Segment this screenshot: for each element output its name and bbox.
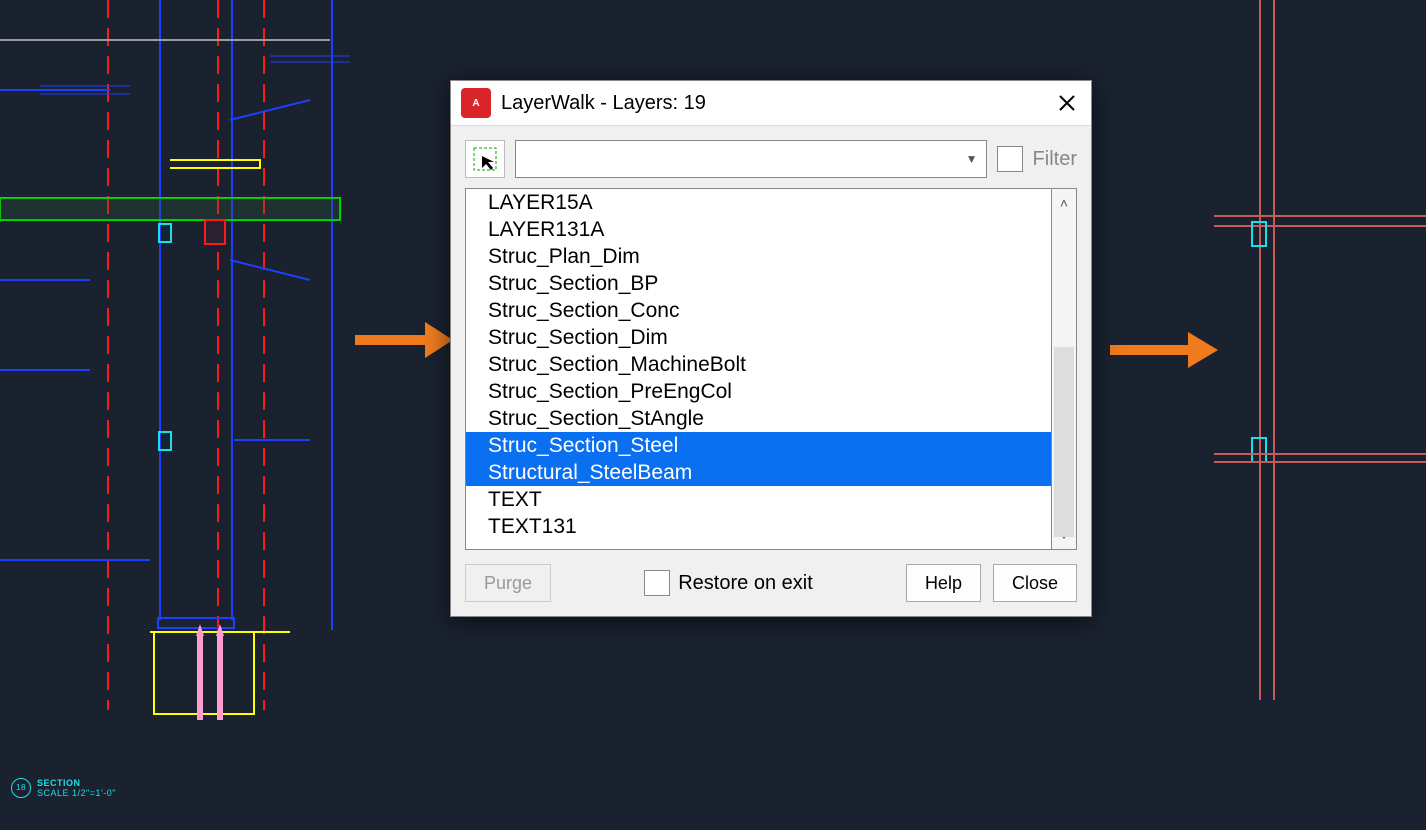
chevron-down-icon[interactable]: ▼ xyxy=(958,152,986,166)
layer-row[interactable]: Struc_Section_Conc xyxy=(466,297,1051,324)
layerwalk-dialog: A LayerWalk - Layers: 19 ▼ Filter LAYER1… xyxy=(450,80,1092,617)
section-number: 18 xyxy=(11,778,31,798)
purge-button[interactable]: Purge xyxy=(465,564,551,602)
restore-label: Restore on exit xyxy=(678,572,813,595)
select-objects-button[interactable] xyxy=(465,140,505,178)
section-tag: 18 SECTION SCALE 1/2"=1'-0" xyxy=(11,778,116,798)
restore-checkbox[interactable] xyxy=(644,570,670,596)
section-title: SECTION xyxy=(37,778,116,788)
layer-row[interactable]: Struc_Section_Steel xyxy=(466,432,1051,459)
arrow-left xyxy=(355,310,455,370)
autocad-app-icon: A xyxy=(461,88,491,118)
close-icon[interactable] xyxy=(1043,81,1091,125)
filter-checkbox[interactable] xyxy=(997,146,1023,172)
layer-listbox[interactable]: LAYER15ALAYER131AStruc_Plan_DimStruc_Sec… xyxy=(465,188,1052,550)
restore-on-exit[interactable]: Restore on exit xyxy=(644,570,813,596)
left-drawing xyxy=(0,0,460,830)
layer-row[interactable]: Struc_Section_PreEngCol xyxy=(466,378,1051,405)
layer-row[interactable]: Structural_SteelBeam xyxy=(466,459,1051,486)
scroll-up-icon[interactable]: ˄ xyxy=(1060,189,1068,217)
toolbar: ▼ Filter xyxy=(451,126,1091,188)
filter-input[interactable] xyxy=(516,150,958,168)
arrow-right xyxy=(1110,320,1220,380)
dialog-title: LayerWalk - Layers: 19 xyxy=(501,92,1043,115)
layer-row[interactable]: Struc_Section_MachineBolt xyxy=(466,351,1051,378)
layer-row[interactable]: Struc_Plan_Dim xyxy=(466,243,1051,270)
help-button[interactable]: Help xyxy=(906,564,981,602)
layer-row[interactable]: TEXT xyxy=(466,486,1051,513)
filter-label: Filter xyxy=(1033,148,1077,171)
layer-row[interactable]: LAYER131A xyxy=(466,216,1051,243)
dialog-footer: Purge Restore on exit Help Close xyxy=(451,550,1091,616)
section-scale: SCALE 1/2"=1'-0" xyxy=(37,788,116,798)
right-drawing xyxy=(1214,0,1426,830)
scroll-thumb[interactable] xyxy=(1054,347,1074,537)
scrollbar[interactable]: ˄ ˅ xyxy=(1052,188,1077,550)
filter-combo[interactable]: ▼ xyxy=(515,140,987,178)
layer-row[interactable]: Struc_Section_Dim xyxy=(466,324,1051,351)
titlebar[interactable]: A LayerWalk - Layers: 19 xyxy=(451,81,1091,126)
layer-row[interactable]: Struc_Section_BP xyxy=(466,270,1051,297)
layer-row[interactable]: Struc_Section_StAngle xyxy=(466,405,1051,432)
close-button[interactable]: Close xyxy=(993,564,1077,602)
layer-row[interactable]: TEXT131 xyxy=(466,513,1051,540)
layer-row[interactable]: LAYER15A xyxy=(466,189,1051,216)
